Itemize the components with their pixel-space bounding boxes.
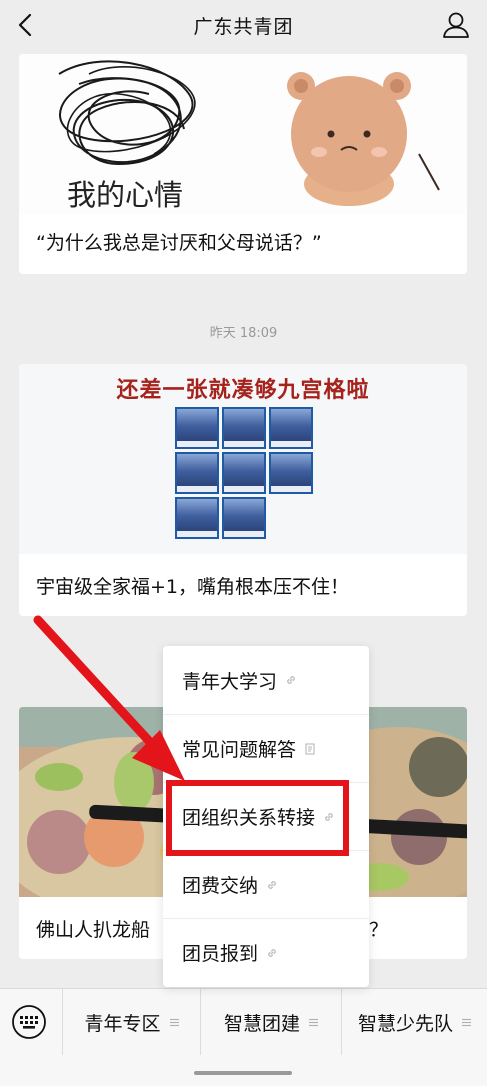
menu-item-faq[interactable]: 常见问题解答 xyxy=(163,714,369,782)
menu-item-label: 常见问题解答 xyxy=(182,739,297,761)
tab-smart-pioneers[interactable]: 智慧少先队 xyxy=(341,989,487,1055)
tab-label: 智慧团建 xyxy=(223,1012,300,1035)
astronaut-photo xyxy=(175,452,219,494)
profile-button[interactable] xyxy=(441,10,471,40)
chevron-left-icon xyxy=(18,13,32,37)
tab-label: 青年专区 xyxy=(84,1012,161,1035)
keyboard-icon xyxy=(12,1005,46,1039)
article-title: 宇宙级全家福+1，嘴角根本压不住！ xyxy=(36,576,350,598)
tab-label: 智慧少先队 xyxy=(357,1012,453,1035)
menu-lines-icon xyxy=(169,1018,179,1026)
menu-item-member-checkin[interactable]: 团员报到 xyxy=(163,918,369,986)
image-headline: 还差一张就凑够九宫格啦 xyxy=(116,378,370,403)
menu-lines-icon xyxy=(462,1018,471,1026)
user-icon xyxy=(443,12,469,38)
menu-item-label: 团员报到 xyxy=(182,943,259,965)
astronaut-photo xyxy=(175,407,219,449)
highlight-box xyxy=(166,780,349,856)
astronaut-photo xyxy=(175,497,219,539)
message-timestamp: 昨天 18:09 xyxy=(209,326,278,341)
astronaut-photo xyxy=(222,452,266,494)
astronaut-photo xyxy=(222,497,266,539)
astronaut-photo xyxy=(222,407,266,449)
article-cover-image: 我的心情 xyxy=(19,54,467,214)
bottom-menu-bar: 青年专区 智慧团建 智慧少先队 xyxy=(0,988,487,1086)
page-title: 广东共青团 xyxy=(193,15,294,38)
link-icon xyxy=(268,948,276,957)
article-title-end: ？ xyxy=(369,919,389,941)
menu-item-label: 青年大学习 xyxy=(182,670,278,693)
top-nav-bar: 广东共青团 xyxy=(0,0,487,50)
link-icon xyxy=(287,676,295,684)
link-icon xyxy=(268,880,276,889)
astronaut-photo xyxy=(269,452,313,494)
tab-youth-zone[interactable]: 青年专区 xyxy=(62,989,200,1055)
back-button[interactable] xyxy=(10,8,44,42)
astronaut-photo xyxy=(269,407,313,449)
tab-smart-league[interactable]: 智慧团建 xyxy=(200,989,341,1055)
image-overlay-text: 我的心情 xyxy=(67,178,184,212)
menu-lines-icon xyxy=(309,1018,318,1026)
menu-item-pay-dues[interactable]: 团费交纳 xyxy=(163,850,369,918)
article-card[interactable]: 还差一张就凑够九宫格啦 宇宙级全家福+1，嘴角根本压不住！ xyxy=(19,364,467,616)
article-title: 佛山人扒龙船 xyxy=(36,919,151,941)
article-title: “为什么我总是讨厌和父母说话？” xyxy=(36,232,322,254)
keyboard-toggle-button[interactable] xyxy=(11,1004,47,1040)
menu-item-label: 团费交纳 xyxy=(182,875,259,897)
menu-item-youth-study[interactable]: 青年大学习 xyxy=(163,646,369,714)
article-cover-image: 还差一张就凑够九宫格啦 xyxy=(19,364,467,554)
article-card[interactable]: 我的心情 “为什么我总是讨厌和父母说话？” xyxy=(19,54,467,274)
photo-grid xyxy=(175,407,313,539)
document-icon xyxy=(305,742,315,755)
home-indicator xyxy=(194,1071,292,1075)
